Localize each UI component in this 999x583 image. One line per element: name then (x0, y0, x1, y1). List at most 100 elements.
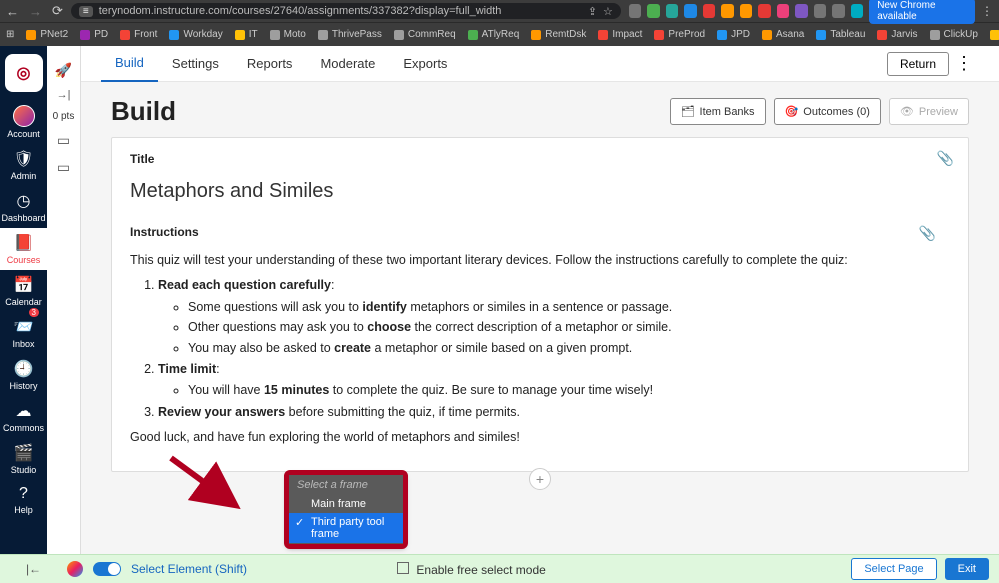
reload-icon[interactable]: ⟳ (52, 3, 63, 19)
inspector-bar: |← Select Element (Shift) Enable free se… (0, 554, 999, 583)
calendar-icon: 📅 (14, 275, 34, 295)
avatar (13, 105, 35, 127)
bookmark-item[interactable]: Workday (169, 29, 222, 40)
collapse-icon[interactable]: →| (57, 89, 71, 101)
preview-button[interactable]: 👁 Preview (889, 98, 969, 125)
bookmark-item[interactable]: PD (80, 29, 108, 40)
frame-option-third-party[interactable]: Third party tool frame (289, 513, 403, 543)
forward-icon[interactable]: → (29, 4, 42, 19)
update-chrome-pill[interactable]: New Chrome available (869, 0, 975, 24)
school-logo[interactable]: ◎ (5, 54, 43, 92)
apps-icon[interactable]: ⊞ (6, 29, 14, 40)
book-icon: 📕 (14, 233, 34, 253)
url-bar[interactable]: ≡ terynodom.instructure.com/courses/2764… (71, 3, 621, 19)
paperclip-icon[interactable]: 📎 (919, 225, 936, 242)
ext-icon[interactable] (721, 4, 733, 18)
page-title: Build (111, 96, 176, 127)
ext-icon[interactable] (851, 4, 863, 18)
checkbox-icon[interactable] (397, 562, 409, 574)
ext-icon[interactable] (777, 4, 789, 18)
more-menu-icon[interactable]: ⋮ (949, 53, 979, 74)
target-icon: 🎯 (785, 105, 799, 118)
back-icon[interactable]: ← (6, 4, 19, 19)
ext-icon[interactable] (814, 4, 826, 18)
ext-icon[interactable] (666, 4, 678, 18)
title-label: Title (130, 152, 950, 166)
doc-icon[interactable]: ▭ (57, 132, 70, 149)
global-nav: ◎ Account 🛡 Admin ◷ Dashboard 📕 Courses … (0, 46, 47, 554)
item-banks-button[interactable]: 🗂 Item Banks (670, 98, 766, 125)
bookmark-item[interactable]: ClickUp (930, 29, 978, 40)
select-element-label: Select Element (Shift) (131, 562, 247, 576)
tab-exports[interactable]: Exports (389, 46, 461, 82)
tab-build[interactable]: Build (101, 46, 158, 82)
nav-account[interactable]: Account (0, 100, 47, 144)
nav-calendar[interactable]: 📅 Calendar (0, 270, 47, 312)
bookmark-item[interactable]: PNet2 (26, 29, 68, 40)
shield-icon: 🛡 (13, 149, 33, 169)
tab-reports[interactable]: Reports (233, 46, 307, 82)
bookmark-item[interactable]: Front (120, 29, 157, 40)
share-icon[interactable]: ⇪ (588, 5, 597, 18)
paperclip-icon[interactable]: 📎 (937, 150, 954, 167)
bookmark-item[interactable]: RemtDsk (531, 29, 586, 40)
frame-option-main[interactable]: Main frame (289, 495, 403, 513)
bank-icon: 🗂 (681, 105, 695, 118)
bookmark-item[interactable]: ThrivePass (318, 29, 382, 40)
nav-dashboard[interactable]: ◷ Dashboard (0, 186, 47, 228)
outcomes-button[interactable]: 🎯 Outcomes (0) (774, 98, 881, 125)
nav-commons[interactable]: ☁ Commons (0, 396, 47, 438)
card-icon[interactable]: ▭ (57, 159, 70, 176)
gauge-icon: ◷ (17, 191, 31, 211)
ext-icon[interactable] (740, 4, 752, 18)
nav-studio[interactable]: 🎬 Studio (0, 438, 47, 480)
main-content: Build Settings Reports Moderate Exports … (81, 46, 999, 554)
site-chip: ≡ (79, 6, 93, 17)
ext-icon[interactable] (795, 4, 807, 18)
bookmark-item[interactable]: Asana (762, 29, 804, 40)
bookmark-item[interactable]: Jarvis (877, 29, 917, 40)
frame-select-dropdown: Select a frame Main frame Third party to… (287, 473, 405, 546)
bookmarks-bar: ⊞ PNet2 PD Front Workday IT Moto ThriveP… (0, 22, 999, 46)
select-element-toggle[interactable] (93, 562, 121, 576)
quiz-header-card[interactable]: 📎 Title Metaphors and Similes Instructio… (111, 137, 969, 472)
bookmark-item[interactable]: PreProd (654, 29, 705, 40)
tab-moderate[interactable]: Moderate (306, 46, 389, 82)
bookmark-item[interactable]: CommReq (394, 29, 456, 40)
bookmark-item[interactable]: IT (235, 29, 258, 40)
nav-history[interactable]: 🕘 History (0, 354, 47, 396)
nav-courses[interactable]: 📕 Courses (0, 228, 47, 270)
bookmark-item[interactable]: Loading Dock (990, 29, 999, 40)
sidebar-collapse-icon[interactable]: |← (10, 562, 57, 576)
ext-icon[interactable] (832, 4, 844, 18)
bookmark-item[interactable]: Tableau (816, 29, 865, 40)
bookmark-item[interactable]: Moto (270, 29, 306, 40)
return-button[interactable]: Return (887, 52, 949, 76)
ext-icon[interactable] (684, 4, 696, 18)
clock-icon: 🕘 (14, 359, 34, 379)
dropdown-placeholder: Select a frame (289, 475, 403, 495)
bookmark-item[interactable]: ATlyReq (468, 29, 520, 40)
select-page-button[interactable]: Select Page (851, 558, 936, 580)
add-item-button[interactable]: + (529, 468, 551, 490)
rocket-icon[interactable]: 🚀 (55, 62, 72, 79)
nav-help[interactable]: ? Help (0, 480, 47, 520)
help-icon: ? (19, 485, 28, 503)
quiz-title: Metaphors and Similes (130, 180, 950, 203)
secondary-rail: 🚀 →| 0 pts ▭ ▭ (47, 46, 81, 554)
ext-icon[interactable] (703, 4, 715, 18)
bookmark-item[interactable]: JPD (717, 29, 750, 40)
ext-icon[interactable] (629, 4, 641, 18)
star-icon[interactable]: ☆ (603, 5, 613, 18)
nav-inbox[interactable]: 📨 Inbox (0, 312, 47, 354)
ext-icon[interactable] (758, 4, 770, 18)
inbox-icon: 📨 (14, 317, 34, 337)
exit-button[interactable]: Exit (945, 558, 989, 580)
free-select-option[interactable]: Enable free select mode (397, 562, 546, 577)
tab-settings[interactable]: Settings (158, 46, 233, 82)
chrome-menu-icon[interactable]: ⋮ (981, 4, 993, 18)
nav-admin[interactable]: 🛡 Admin (0, 144, 47, 186)
ext-icon[interactable] (647, 4, 659, 18)
bookmark-item[interactable]: Impact (598, 29, 642, 40)
commons-icon: ☁ (16, 401, 32, 421)
